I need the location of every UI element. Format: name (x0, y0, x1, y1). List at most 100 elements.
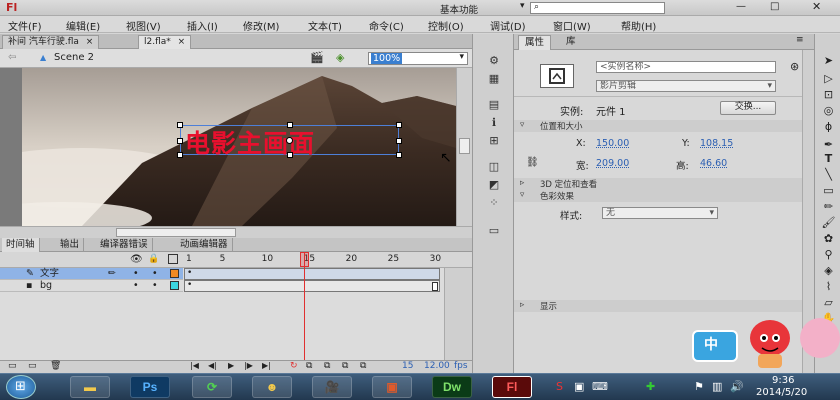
first-frame-button[interactable]: |◀ (190, 361, 199, 370)
width-value[interactable]: 209.00 (596, 158, 629, 169)
tab-output[interactable]: 输出 (56, 238, 85, 252)
keyframe-dot[interactable]: • (187, 268, 192, 278)
free-transform-tool-icon[interactable]: ⊡ (821, 88, 836, 102)
tab-compiler-errors[interactable]: 编译器错误 (96, 238, 153, 252)
eyedropper-tool-icon[interactable]: ⌇ (821, 280, 836, 294)
menu-item-7[interactable]: 控制(O) (428, 18, 464, 33)
menu-item-0[interactable]: 文件(F) (8, 18, 42, 33)
onion-outline-icon[interactable]: ⧉ (324, 361, 330, 371)
tab-timeline[interactable]: 时间轴 (2, 238, 40, 252)
ime-panel[interactable]: 中 (692, 330, 738, 362)
taskbar-app-presentation[interactable]: ▣ (372, 376, 412, 398)
start-button[interactable]: ⊞ (6, 375, 36, 399)
eraser-tool-icon[interactable]: ▱ (821, 296, 836, 310)
rectangle-tool-icon[interactable]: ▭ (821, 184, 836, 198)
layer-color-swatch[interactable] (170, 269, 179, 278)
swap-button[interactable]: 交换... (720, 101, 776, 115)
motion-presets-icon[interactable]: ◩ (487, 178, 501, 191)
menu-item-4[interactable]: 修改(M) (243, 18, 279, 33)
menu-item-2[interactable]: 视图(V) (126, 18, 161, 33)
menu-item-9[interactable]: 窗口(W) (553, 18, 591, 33)
scroll-thumb[interactable] (459, 138, 470, 154)
eye-icon[interactable]: 👁 (130, 254, 143, 265)
edit-scene-icon[interactable]: 🎬 (310, 51, 324, 64)
pen-tool-icon[interactable]: ✒ (821, 138, 836, 152)
edit-symbols-icon[interactable]: ◈ (336, 51, 344, 64)
zoom-select[interactable]: 100% ▾ (368, 52, 468, 65)
fps-readout[interactable]: 12.00 (424, 361, 450, 371)
taskbar-photoshop[interactable]: Ps (130, 376, 170, 398)
transform-handle[interactable] (396, 138, 402, 144)
menu-item-8[interactable]: 调试(D) (490, 18, 526, 33)
maximize-button[interactable]: □ (770, 1, 779, 12)
section-header-position[interactable]: ▿ 位置和大小 (514, 120, 814, 132)
lock-dot[interactable]: • (152, 280, 158, 291)
taskbar-flash[interactable]: Fl (492, 376, 532, 398)
workspace-switcher[interactable]: 基本功能 (440, 2, 478, 16)
new-folder-icon[interactable]: ▭ (28, 361, 37, 371)
taskbar-explorer[interactable]: ▬ (70, 376, 110, 398)
layer-row-bg[interactable]: ▪ bg • • (0, 280, 183, 292)
visibility-dot[interactable]: • (133, 268, 139, 279)
outline-icon[interactable] (168, 254, 178, 264)
prev-frame-button[interactable]: ◀| (208, 361, 217, 370)
menu-item-1[interactable]: 编辑(E) (66, 18, 100, 33)
tray-keyboard-icon[interactable]: ⌨ (592, 380, 608, 393)
visibility-dot[interactable]: • (133, 280, 139, 291)
section-header-display[interactable]: ▹ 显示 (514, 300, 814, 312)
current-frame-readout[interactable]: 15 (402, 361, 413, 371)
taskbar-app-face[interactable]: ☻ (252, 376, 292, 398)
deco-tool-icon[interactable]: ✿ (821, 232, 836, 246)
link-icon[interactable]: ⛓ (526, 157, 539, 168)
menu-item-10[interactable]: 帮助(H) (621, 18, 656, 33)
taskbar-app-camera[interactable]: 🎥 (312, 376, 352, 398)
transform-handle[interactable] (396, 122, 402, 128)
scroll-thumb[interactable] (116, 228, 236, 237)
line-tool-icon[interactable]: ╲ (821, 168, 836, 182)
workspace-dropdown-icon[interactable]: ▾ (520, 1, 525, 11)
stage-vertical-scrollbar[interactable] (456, 68, 472, 226)
edit-instance-icon[interactable]: ⊛ (790, 60, 799, 73)
tray-flag-icon[interactable]: ⚑ (694, 380, 704, 393)
transform-handle[interactable] (396, 152, 402, 158)
history-panel-icon[interactable]: ▭ (487, 224, 501, 237)
swatches-panel-icon[interactable]: ▦ (487, 72, 501, 85)
lasso-tool-icon[interactable]: ϕ (821, 120, 836, 134)
bone-tool-icon[interactable]: ⚲ (821, 248, 836, 262)
back-arrow-icon[interactable]: ⇦ (8, 52, 16, 63)
onion-skin-icon[interactable]: ⧉ (306, 361, 312, 371)
paint-bucket-tool-icon[interactable]: ◈ (821, 264, 836, 278)
y-value[interactable]: 108.15 (700, 138, 733, 149)
taskbar-dreamweaver[interactable]: Dw (432, 376, 472, 398)
text-tool-icon[interactable]: T (821, 152, 836, 166)
onion-markers-icon[interactable]: ⧉ (360, 361, 366, 371)
last-frame-button[interactable]: ▶| (262, 361, 271, 370)
selection-tool-icon[interactable]: ➤ (821, 54, 836, 68)
transform-handle[interactable] (177, 138, 183, 144)
scene-name[interactable]: Scene 2 (54, 52, 94, 63)
clock-date[interactable]: 2014/5/20 (756, 387, 807, 398)
tray-plus-icon[interactable]: ✚ (646, 380, 655, 393)
x-value[interactable]: 150.00 (596, 138, 629, 149)
tab-library[interactable]: 库 (560, 35, 582, 50)
frame-ruler[interactable]: 1 5 10 15 20 25 30 (184, 252, 444, 268)
tray-volume-icon[interactable]: 🔊 (730, 380, 744, 393)
section-header-3d[interactable]: ▹ 3D 定位和查看 (514, 178, 814, 190)
lock-icon[interactable]: 🔒 (148, 254, 159, 264)
next-frame-button[interactable]: |▶ (244, 361, 253, 370)
help-search-input[interactable]: ⌕ (530, 2, 665, 14)
transform-handle[interactable] (177, 152, 183, 158)
panel-menu-icon[interactable]: ≡ (796, 35, 804, 45)
play-button[interactable]: ▶ (228, 361, 234, 370)
menu-item-6[interactable]: 命令(C) (369, 18, 404, 33)
clock-time[interactable]: 9:36 (772, 375, 794, 386)
registration-point[interactable] (286, 137, 293, 144)
timeline-vertical-scrollbar[interactable] (444, 268, 472, 360)
close-tab-icon[interactable]: × (86, 37, 94, 47)
color-style-select[interactable]: 无 ▾ (602, 207, 718, 219)
layer-color-swatch[interactable] (170, 281, 179, 290)
pencil-tool-icon[interactable]: ✏ (821, 200, 836, 214)
info-panel-icon[interactable]: ℹ (487, 116, 501, 129)
ime-mode-label[interactable]: 中 (704, 334, 718, 354)
delete-layer-icon[interactable]: 🗑 (50, 361, 61, 371)
